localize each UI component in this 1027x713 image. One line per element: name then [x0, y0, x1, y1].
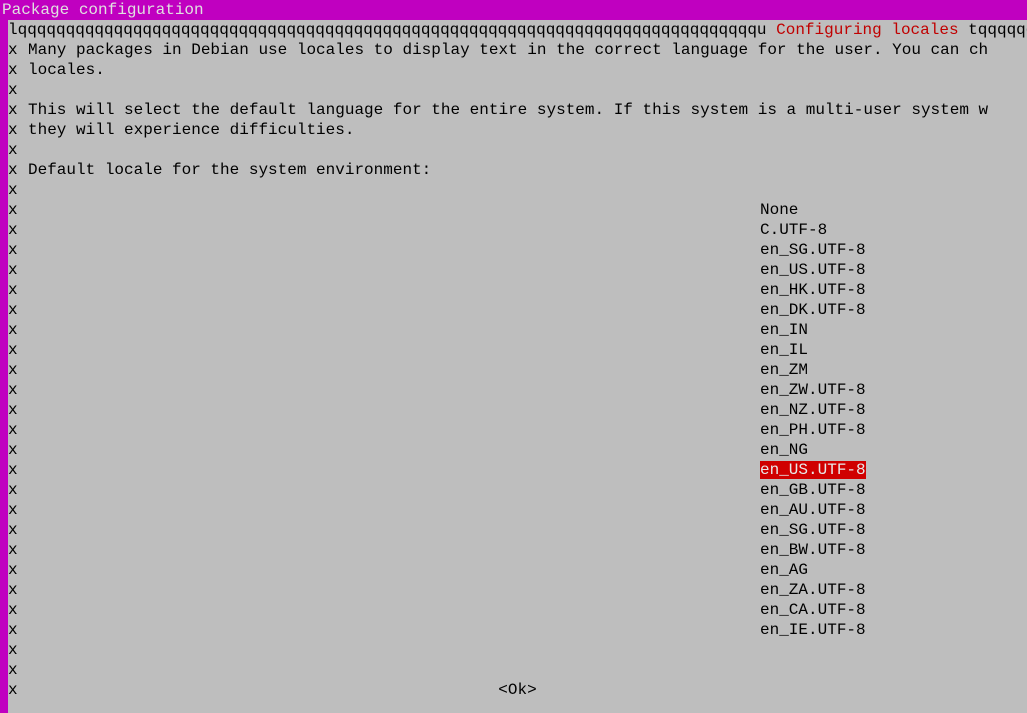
locale-item[interactable]: en_AG	[760, 561, 808, 579]
border-x: x	[8, 40, 18, 60]
dialog-content: lqqqqqqqqqqqqqqqqqqqqqqqqqqqqqqqqqqqqqqq…	[8, 20, 1027, 40]
body-line: Many packages in Debian use locales to d…	[28, 40, 1027, 60]
body-line	[28, 80, 1027, 100]
border-x: x	[8, 100, 18, 120]
body-line: This will select the default language fo…	[28, 100, 1027, 120]
locale-row[interactable]: en_ZM	[8, 360, 1027, 380]
locale-row[interactable]: en_ZW.UTF-8	[8, 380, 1027, 400]
locale-row[interactable]: en_DK.UTF-8	[8, 300, 1027, 320]
locale-row[interactable]: en_ZA.UTF-8	[8, 580, 1027, 600]
body-line	[28, 140, 1027, 160]
border-x: x	[8, 80, 18, 100]
locale-row[interactable]: en_HK.UTF-8	[8, 280, 1027, 300]
locale-item[interactable]: en_ZA.UTF-8	[760, 581, 866, 599]
border-left-q: lqqqqqqqqqqqqqqqqqqqqqqqqqqqqqqqqqqqqqqq…	[8, 21, 776, 39]
left-edge	[0, 20, 8, 713]
locale-item[interactable]: C.UTF-8	[760, 221, 827, 239]
dialog-title: Configuring locales	[776, 21, 958, 39]
locale-item[interactable]: en_PH.UTF-8	[760, 421, 866, 439]
locale-list[interactable]: None C.UTF-8 en_SG.UTF-8 en_US.UTF-8 en_HK.U…	[8, 200, 1027, 640]
locale-row[interactable]: en_AU.UTF-8	[8, 500, 1027, 520]
border-x: x	[8, 640, 18, 660]
locale-item[interactable]: en_CA.UTF-8	[760, 601, 866, 619]
locale-row[interactable]: en_BW.UTF-8	[8, 540, 1027, 560]
locale-row[interactable]: en_IL	[8, 340, 1027, 360]
locale-item-selected[interactable]: en_US.UTF-8	[760, 461, 866, 479]
border-x: x	[8, 160, 18, 180]
locale-row[interactable]: en_AG	[8, 560, 1027, 580]
ok-button[interactable]: <Ok>	[498, 681, 536, 699]
body-line: locales.	[28, 60, 1027, 80]
locale-row[interactable]: en_SG.UTF-8	[8, 520, 1027, 540]
border-x: x	[8, 140, 18, 160]
locale-row[interactable]: en_NG	[8, 440, 1027, 460]
border-x: x	[8, 120, 18, 140]
locale-item[interactable]: en_DK.UTF-8	[760, 301, 866, 319]
locale-item[interactable]: en_US.UTF-8	[760, 261, 866, 279]
ok-button-row: <Ok>	[8, 680, 1027, 700]
dialog-body: Many packages in Debian use locales to d…	[28, 40, 1027, 180]
locale-row[interactable]: None	[8, 200, 1027, 220]
body-line: Default locale for the system environmen…	[28, 160, 1027, 180]
locale-row[interactable]: C.UTF-8	[8, 220, 1027, 240]
locale-item[interactable]: en_AU.UTF-8	[760, 501, 866, 519]
locale-row[interactable]: en_PH.UTF-8	[8, 420, 1027, 440]
body-line: they will experience difficulties.	[28, 120, 1027, 140]
locale-item[interactable]: en_BW.UTF-8	[760, 541, 866, 559]
locale-item[interactable]: en_IN	[760, 321, 808, 339]
locale-row[interactable]: en_SG.UTF-8	[8, 240, 1027, 260]
border-x: x	[8, 660, 18, 680]
locale-item[interactable]: en_HK.UTF-8	[760, 281, 866, 299]
locale-item[interactable]: en_ZM	[760, 361, 808, 379]
locale-item[interactable]: None	[760, 201, 798, 219]
locale-item[interactable]: en_NZ.UTF-8	[760, 401, 866, 419]
locale-row[interactable]: en_US.UTF-8	[8, 460, 1027, 480]
locale-item[interactable]: en_SG.UTF-8	[760, 241, 866, 259]
border-x: x	[8, 180, 18, 200]
locale-row[interactable]: en_IE.UTF-8	[8, 620, 1027, 640]
locale-item[interactable]: en_SG.UTF-8	[760, 521, 866, 539]
locale-row[interactable]: en_GB.UTF-8	[8, 480, 1027, 500]
locale-row[interactable]: en_NZ.UTF-8	[8, 400, 1027, 420]
titlebar: Package configuration	[0, 0, 1027, 20]
locale-row[interactable]: en_IN	[8, 320, 1027, 340]
locale-item[interactable]: en_NG	[760, 441, 808, 459]
locale-item[interactable]: en_IL	[760, 341, 808, 359]
border-x: x	[8, 60, 18, 80]
locale-item[interactable]: en_GB.UTF-8	[760, 481, 866, 499]
locale-row[interactable]: en_US.UTF-8	[8, 260, 1027, 280]
border-right-q: tqqqqqqqqqqqq	[959, 21, 1027, 39]
locale-item[interactable]: en_ZW.UTF-8	[760, 381, 866, 399]
locale-item[interactable]: en_IE.UTF-8	[760, 621, 866, 639]
locale-row[interactable]: en_CA.UTF-8	[8, 600, 1027, 620]
dialog-border-top: lqqqqqqqqqqqqqqqqqqqqqqqqqqqqqqqqqqqqqqq…	[8, 20, 1027, 40]
titlebar-text: Package configuration	[2, 1, 204, 19]
